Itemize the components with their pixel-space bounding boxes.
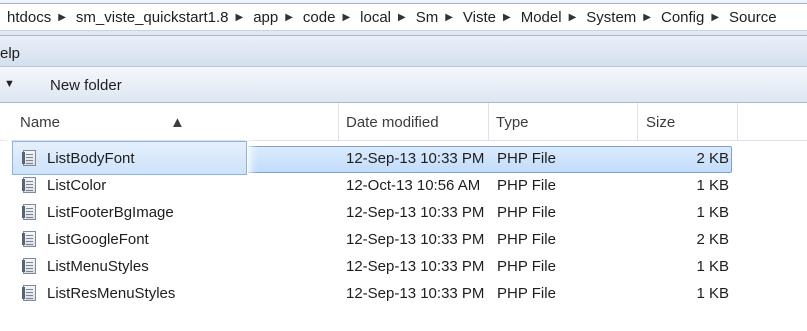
- file-size: 1 KB: [696, 177, 729, 194]
- php-file-icon: [22, 258, 36, 274]
- menu-bar: elp: [0, 36, 807, 67]
- file-row[interactable]: ListColor 12-Oct-13 10:56 AM PHP File 1 …: [0, 173, 807, 200]
- column-name-header[interactable]: ▲ Name: [0, 103, 339, 141]
- breadcrumb-system[interactable]: System: [579, 9, 636, 26]
- column-type-label: Type: [496, 114, 529, 131]
- column-header: ▲ Name Date modified Type Size: [0, 103, 807, 141]
- php-file-icon: [22, 285, 36, 301]
- php-file-icon: [22, 150, 36, 166]
- chevron-right-icon[interactable]: ▶: [496, 12, 514, 23]
- file-name[interactable]: ListMenuStyles: [47, 258, 149, 275]
- file-name[interactable]: ListResMenuStyles: [47, 285, 175, 302]
- breadcrumb-app[interactable]: app: [246, 9, 278, 26]
- php-file-icon: [22, 231, 36, 247]
- file-name[interactable]: ListBodyFont: [47, 150, 135, 167]
- column-size-header[interactable]: Size: [638, 103, 738, 141]
- menu-help[interactable]: elp: [0, 45, 20, 62]
- file-name[interactable]: ListFooterBgImage: [47, 204, 174, 221]
- chevron-right-icon[interactable]: ▶: [704, 12, 722, 23]
- chevron-right-icon[interactable]: ▶: [438, 12, 456, 23]
- file-type: PHP File: [497, 285, 556, 302]
- breadcrumb-local[interactable]: local: [353, 9, 391, 26]
- chevron-right-icon[interactable]: ▶: [636, 12, 654, 23]
- breadcrumb-config[interactable]: Config: [654, 9, 704, 26]
- sort-ascending-icon: ▲: [170, 114, 185, 131]
- file-size: 2 KB: [696, 150, 729, 167]
- php-file-icon: [22, 177, 36, 193]
- file-row-content[interactable]: ListBodyFont 12-Sep-13 10:33 PM PHP File…: [0, 146, 807, 173]
- file-type: PHP File: [497, 204, 556, 221]
- chevron-right-icon[interactable]: ▶: [391, 12, 409, 23]
- php-file-icon: [22, 204, 36, 220]
- chevron-right-icon[interactable]: ▶: [228, 12, 246, 23]
- toolbar: ▼ New folder: [0, 67, 807, 103]
- file-size: 1 KB: [696, 204, 729, 221]
- file-size: 1 KB: [696, 258, 729, 275]
- file-date: 12-Sep-13 10:33 PM: [346, 285, 485, 302]
- file-date: 12-Sep-13 10:33 PM: [346, 204, 485, 221]
- file-date: 12-Sep-13 10:33 PM: [346, 231, 485, 248]
- file-name[interactable]: ListGoogleFont: [47, 231, 149, 248]
- column-size-label: Size: [646, 114, 676, 131]
- triangle-down-icon[interactable]: ▼: [4, 78, 15, 90]
- file-date: 12-Sep-13 10:33 PM: [346, 258, 485, 275]
- column-name-label: Name: [20, 114, 61, 131]
- breadcrumb-code[interactable]: code: [296, 9, 336, 26]
- breadcrumb-source[interactable]: Source: [722, 9, 777, 26]
- column-date-label: Date modified: [346, 114, 439, 131]
- new-folder-button[interactable]: New folder: [50, 77, 122, 94]
- breadcrumb-sm-viste-quickstart[interactable]: sm_viste_quickstart1.8: [69, 9, 229, 26]
- file-row[interactable]: ListFooterBgImage 12-Sep-13 10:33 PM PHP…: [0, 200, 807, 227]
- column-type-header[interactable]: Type: [489, 103, 638, 141]
- chevron-right-icon[interactable]: ▶: [562, 12, 580, 23]
- file-date: 12-Sep-13 10:33 PM: [346, 150, 485, 167]
- file-row[interactable]: ListResMenuStyles 12-Sep-13 10:33 PM PHP…: [0, 281, 807, 308]
- file-name[interactable]: ListColor: [47, 177, 106, 194]
- file-type: PHP File: [497, 231, 556, 248]
- file-type: PHP File: [497, 177, 556, 194]
- chevron-right-icon[interactable]: ▶: [278, 12, 296, 23]
- file-row[interactable]: ListGoogleFont 12-Sep-13 10:33 PM PHP Fi…: [0, 227, 807, 254]
- breadcrumb-sm[interactable]: Sm: [409, 9, 439, 26]
- file-type: PHP File: [497, 150, 556, 167]
- address-bar: htdocs ▶ sm_viste_quickstart1.8 ▶ app ▶ …: [0, 0, 807, 36]
- breadcrumb[interactable]: htdocs ▶ sm_viste_quickstart1.8 ▶ app ▶ …: [0, 3, 807, 31]
- file-size: 1 KB: [696, 285, 729, 302]
- file-row[interactable]: ListMenuStyles 12-Sep-13 10:33 PM PHP Fi…: [0, 254, 807, 281]
- breadcrumb-model[interactable]: Model: [514, 9, 562, 26]
- chevron-right-icon[interactable]: ▶: [51, 12, 69, 23]
- chevron-right-icon[interactable]: ▶: [335, 12, 353, 23]
- breadcrumb-htdocs[interactable]: htdocs: [0, 9, 51, 26]
- file-size: 2 KB: [696, 231, 729, 248]
- file-date: 12-Oct-13 10:56 AM: [346, 177, 481, 194]
- column-date-header[interactable]: Date modified: [339, 103, 489, 141]
- file-type: PHP File: [497, 258, 556, 275]
- breadcrumb-viste[interactable]: Viste: [456, 9, 496, 26]
